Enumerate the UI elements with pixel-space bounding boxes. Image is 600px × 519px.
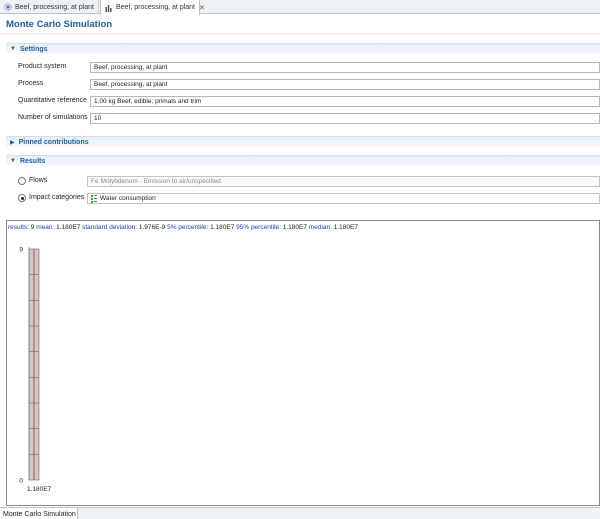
section-results[interactable]: ▼ Results <box>6 155 600 166</box>
process-icon <box>4 3 12 12</box>
num-simulations-input[interactable]: 10 <box>90 113 600 124</box>
histogram-chart: 9 0 1.180E7 <box>19 247 52 494</box>
section-label: Pinned contributions <box>18 138 89 146</box>
flows-value: Molybdenum - Emission to air/unspecified <box>100 178 221 185</box>
quant-ref-label: Quantitative reference <box>18 97 87 104</box>
chevron-down-icon: ▼ <box>10 158 16 164</box>
process-label: Process <box>18 80 44 87</box>
product-system-row: Product system Beef, processing, at plan… <box>18 62 600 73</box>
stat-mean-value: 1.180E7 <box>56 224 81 231</box>
tab-label: Beef, processing, at plant <box>15 3 94 11</box>
impact-selector[interactable]: Water consumption <box>87 193 600 204</box>
tab-simulation[interactable]: Beef, processing, at plant ✕ <box>100 0 205 15</box>
stat-sd-value: 1.976E-9 <box>138 224 166 231</box>
chart-icon <box>105 3 113 12</box>
stat-p5-key: 5% percentile: <box>167 224 209 231</box>
num-simulations-row: Number of simulations 10 <box>18 113 600 124</box>
flows-selector[interactable]: Fe Molybdenum - Emission to air/unspecif… <box>87 176 600 187</box>
impact-value: Water consumption <box>100 195 156 202</box>
statistics-line: results: 9 mean: 1.180E7 standard deviat… <box>8 224 358 231</box>
flows-label: Flows <box>29 177 48 184</box>
flows-radio[interactable] <box>18 177 26 185</box>
section-pinned-contributions[interactable]: ▶ Pinned contributions <box>6 136 600 147</box>
stat-median-key: median: <box>308 224 332 231</box>
editor-tab-bar: Beef, processing, at plant Beef, process… <box>0 0 600 15</box>
stat-results-value: 9 <box>30 224 35 231</box>
product-system-label: Product system <box>18 63 67 70</box>
tab-label: Beef, processing, at plant <box>116 4 195 11</box>
process-link[interactable]: Beef, processing, at plant <box>90 79 600 90</box>
close-icon[interactable]: ✕ <box>199 4 205 12</box>
section-label: Settings <box>19 45 48 53</box>
impact-radio[interactable] <box>18 194 26 202</box>
product-system-link[interactable]: Beef, processing, at plant <box>90 62 600 73</box>
quant-ref-value: 1.00 kg Beef, edible; primals and trim <box>90 96 600 107</box>
num-simulations-label: Number of simulations <box>18 114 88 121</box>
impact-row: Impact categories Water consumption <box>18 193 600 205</box>
stat-mean-key: mean: <box>36 224 55 231</box>
tab-process-editor[interactable]: Beef, processing, at plant <box>0 0 99 14</box>
flows-row: Flows Fe Molybdenum - Emission to air/un… <box>18 176 600 188</box>
page-title: Monte Carlo Simulation <box>6 19 113 30</box>
impact-category-icon <box>91 194 97 203</box>
y-tick-label: 9 <box>19 247 23 254</box>
bottom-tab-bar: Monte Carlo Simulation <box>0 507 600 519</box>
chevron-down-icon: ▼ <box>10 46 16 52</box>
stat-p95-key: 95% percentile: <box>236 224 281 231</box>
flow-icon: Fe <box>91 178 99 185</box>
title-divider <box>0 33 600 35</box>
stat-p95-value: 1.180E7 <box>282 224 307 231</box>
stat-median-value: 1.180E7 <box>333 224 358 231</box>
stat-results-key: results: <box>8 224 29 231</box>
section-settings[interactable]: ▼ Settings <box>6 43 600 54</box>
x-tick-label: 1.180E7 <box>27 486 52 493</box>
section-label: Results <box>19 157 46 165</box>
process-row: Process Beef, processing, at plant <box>18 79 600 90</box>
impact-label: Impact categories <box>29 194 85 201</box>
tab-monte-carlo-view[interactable]: Monte Carlo Simulation <box>0 508 78 519</box>
chevron-right-icon: ▶ <box>10 139 15 146</box>
stat-sd-key: standard deviation: <box>82 224 138 231</box>
stat-p5-value: 1.180E7 <box>210 224 235 231</box>
y-tick-label: 0 <box>19 478 23 485</box>
quant-ref-row: Quantitative reference 1.00 kg Beef, edi… <box>18 96 600 107</box>
